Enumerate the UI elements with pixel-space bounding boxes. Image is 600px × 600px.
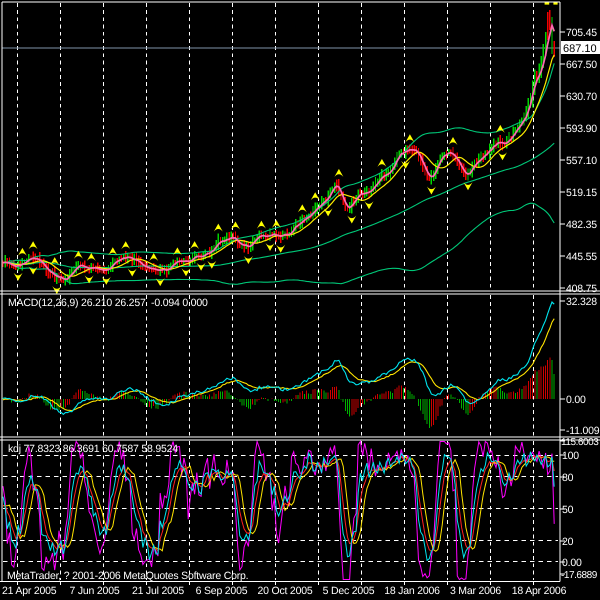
svg-text:593.90: 593.90 [566,123,597,135]
svg-text:-11.009: -11.009 [566,425,600,437]
svg-text:MetaTrader, ? 2001-2006 MetaQu: MetaTrader, ? 2001-2006 MetaQuotes Softw… [7,570,248,582]
svg-text:MACD(12,26,9) 26.210 26.257 -: MACD(12,26,9) 26.210 26.257 -0.094 0.000 [8,297,208,309]
svg-text:32.328: 32.328 [566,296,597,308]
svg-text:21 Jul 2005: 21 Jul 2005 [132,585,184,597]
svg-text:667.50: 667.50 [566,59,597,71]
svg-text:408.75: 408.75 [566,283,597,295]
svg-text:21 Apr 2005: 21 Apr 2005 [2,585,57,597]
svg-text:115.6003: 115.6003 [561,437,599,448]
svg-text:705.45: 705.45 [566,27,597,39]
svg-text:50: 50 [562,504,574,516]
svg-text:7 Jun 2005: 7 Jun 2005 [70,585,120,597]
svg-text:80: 80 [562,472,574,484]
svg-text:6 Sep 2005: 6 Sep 2005 [196,585,248,597]
svg-text:18 Apr 2006: 18 Apr 2006 [512,585,567,597]
svg-text:445.55: 445.55 [566,251,597,263]
svg-text:-17.6889: -17.6889 [561,570,598,581]
svg-text:0.00: 0.00 [566,394,586,406]
svg-text:0.00: 0.00 [562,557,582,569]
svg-text:20 Oct 2005: 20 Oct 2005 [257,585,312,597]
svg-text:20: 20 [562,536,574,548]
svg-text:482.35: 482.35 [566,219,597,231]
svg-text:557.10: 557.10 [566,155,597,167]
svg-text:18 Jan 2006: 18 Jan 2006 [384,585,440,597]
svg-text:kdj 77.8323 86.3691 60.7587 58: kdj 77.8323 86.3691 60.7587 58.9524 [8,443,178,455]
svg-text:519.15: 519.15 [566,187,597,199]
svg-text:630.70: 630.70 [566,91,597,103]
svg-text:3 Mar 2006: 3 Mar 2006 [450,585,501,597]
svg-text:5 Dec 2005: 5 Dec 2005 [323,585,375,597]
svg-text:687.10: 687.10 [563,43,597,55]
svg-text:100: 100 [562,450,579,462]
